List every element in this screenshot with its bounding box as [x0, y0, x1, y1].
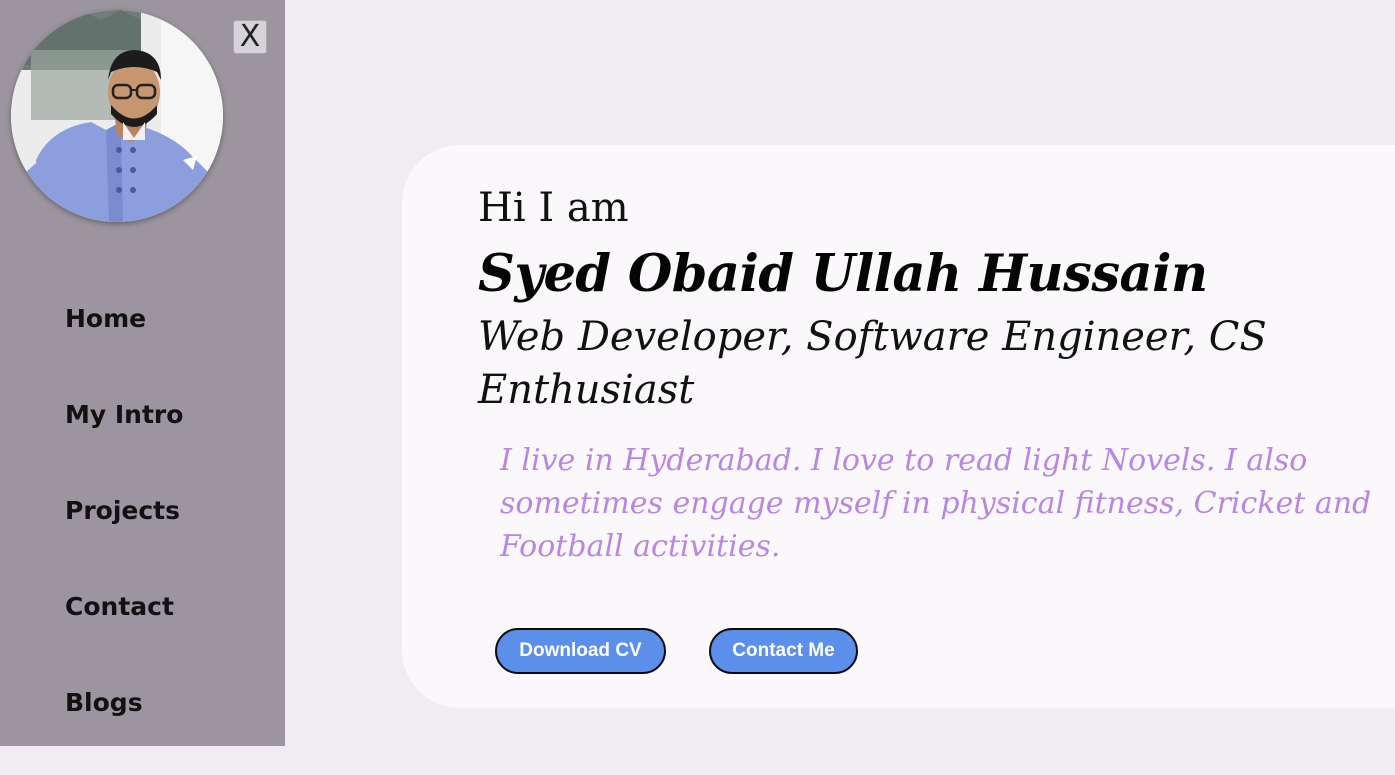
contact-me-button[interactable]: Contact Me	[709, 628, 858, 674]
nav-item-contact[interactable]: Contact	[65, 583, 183, 679]
author-name: Syed Obaid Ullah Hussain	[478, 244, 1208, 304]
sidebar-nav: Home My Intro Projects Contact Blogs	[65, 295, 183, 775]
sidebar: X Home My Intro Projects Contact Blogs	[0, 0, 285, 746]
intro-card: Hi I am Syed Obaid Ullah Hussain Web Dev…	[402, 145, 1395, 708]
greeting-text: Hi I am	[478, 185, 629, 231]
bio-text: I live in Hyderabad. I love to read ligh…	[500, 443, 1372, 564]
role-text: Web Developer, Software Engineer, CS Ent…	[478, 314, 1267, 413]
avatar	[11, 10, 223, 222]
nav-item-projects[interactable]: Projects	[65, 487, 183, 583]
download-cv-button[interactable]: Download CV	[495, 628, 666, 674]
nav-item-blogs[interactable]: Blogs	[65, 679, 183, 775]
nav-item-my-intro[interactable]: My Intro	[65, 391, 183, 487]
profile-photo	[11, 10, 223, 222]
close-sidebar-button[interactable]: X	[233, 20, 267, 54]
nav-item-home[interactable]: Home	[65, 295, 183, 391]
